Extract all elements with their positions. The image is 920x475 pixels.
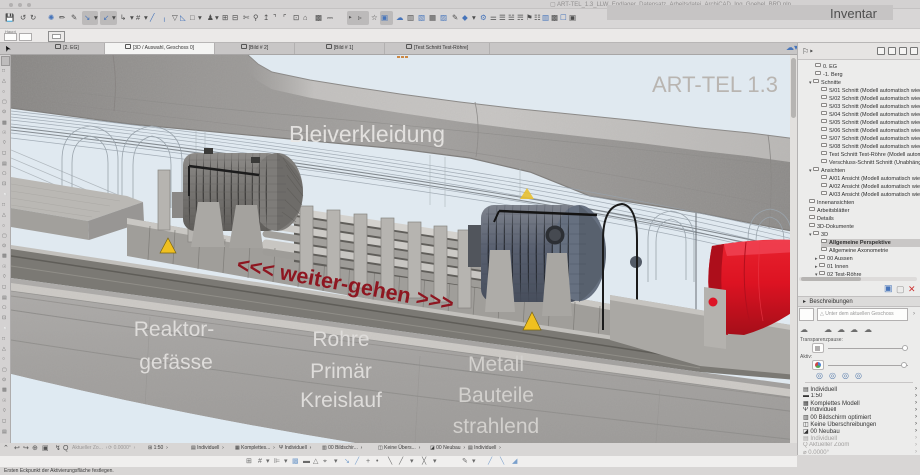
svg-text:Metall: Metall (468, 353, 524, 376)
svg-text:Bauteile: Bauteile (458, 384, 534, 407)
svg-text:Reaktor-: Reaktor- (134, 318, 215, 341)
svg-text:gefässe: gefässe (139, 351, 213, 374)
svg-text:ART-TEL 1.3: ART-TEL 1.3 (652, 72, 778, 97)
svg-text:Primär: Primär (310, 360, 372, 383)
svg-text:strahlend: strahlend (453, 415, 539, 438)
svg-text:Rohre: Rohre (312, 328, 369, 351)
svg-text:Kreislauf: Kreislauf (300, 389, 382, 412)
